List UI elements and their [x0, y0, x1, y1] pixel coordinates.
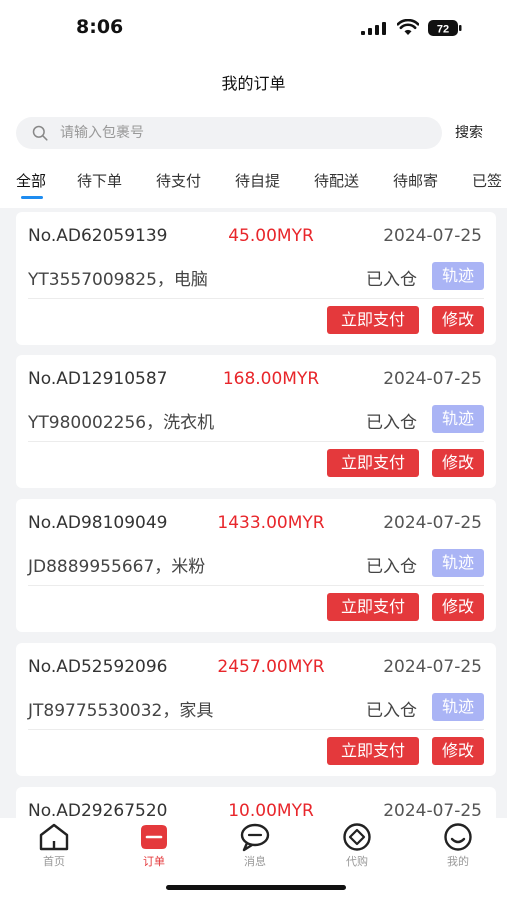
tab-bar-label: 首页 [43, 855, 65, 868]
order-date: 2024-07-25 [383, 226, 482, 246]
order-card[interactable]: No.AD62059139 45.00MYR 2024-07-25 YT3557… [16, 212, 496, 345]
tab-bar-label: 消息 [244, 855, 266, 868]
pay-now-button[interactable]: 立即支付 [327, 737, 419, 765]
track-button[interactable]: 轨迹 [432, 405, 484, 433]
order-card[interactable]: No.AD12910587 168.00MYR 2024-07-25 YT980… [16, 355, 496, 488]
battery-level: 72 [437, 24, 449, 36]
order-item: JT89775530032，家具 [28, 701, 214, 721]
order-amount: 168.00MYR [222, 369, 320, 389]
order-item: YT3557009825，电脑 [28, 270, 208, 290]
edit-button[interactable]: 修改 [432, 306, 484, 334]
order-icon [141, 825, 167, 849]
tab-bar-home[interactable]: 首页 [14, 818, 94, 869]
tab-bar-messages[interactable]: 消息 [215, 818, 295, 869]
divider [28, 729, 484, 730]
tab-signed[interactable]: 已签 [472, 170, 502, 191]
pay-now-button[interactable]: 立即支付 [327, 593, 419, 621]
order-status: 已入仓 [366, 557, 417, 577]
tab-pending-pickup[interactable]: 待自提 [235, 170, 280, 191]
order-number: No.AD62059139 [28, 226, 168, 246]
order-status-tabs: 全部 待下单 待支付 待自提 待配送 待邮寄 已签 [0, 170, 507, 206]
pay-now-button[interactable]: 立即支付 [327, 306, 419, 334]
order-status: 已入仓 [366, 701, 417, 721]
order-number: No.AD12910587 [28, 369, 168, 389]
search-button[interactable]: 搜索 [455, 122, 483, 142]
order-amount: 45.00MYR [228, 226, 314, 246]
tab-bar-orders[interactable]: 订单 [114, 818, 194, 869]
track-button[interactable]: 轨迹 [432, 262, 484, 290]
order-card[interactable]: No.AD52592096 2457.00MYR 2024-07-25 JT89… [16, 643, 496, 776]
battery-icon: 72 [428, 20, 462, 36]
divider [28, 298, 484, 299]
purchase-icon [343, 823, 371, 851]
tab-pending-order[interactable]: 待下单 [77, 170, 122, 191]
status-time: 8:06 [76, 16, 124, 38]
order-card[interactable]: No.AD98109049 1433.00MYR 2024-07-25 JD88… [16, 499, 496, 632]
order-card[interactable]: No.AD29267520 10.00MYR 2024-07-25 [16, 787, 496, 820]
edit-button[interactable]: 修改 [432, 449, 484, 477]
tab-bar-label: 代购 [346, 855, 368, 868]
pay-now-button[interactable]: 立即支付 [327, 449, 419, 477]
edit-button[interactable]: 修改 [432, 593, 484, 621]
edit-button[interactable]: 修改 [432, 737, 484, 765]
divider [28, 441, 484, 442]
tab-bar-profile[interactable]: 我的 [418, 818, 498, 869]
search-icon [32, 125, 48, 141]
status-bar: 8:06 72 [0, 0, 507, 56]
message-icon [240, 823, 270, 852]
order-item: JD8889955667，米粉 [28, 557, 206, 577]
tab-pending-payment[interactable]: 待支付 [156, 170, 201, 191]
tab-bar-purchase[interactable]: 代购 [317, 818, 397, 869]
tab-all[interactable]: 全部 [16, 170, 46, 191]
tab-pending-delivery[interactable]: 待配送 [314, 170, 359, 191]
profile-icon [444, 823, 472, 851]
search-box[interactable] [16, 117, 442, 149]
order-item: YT980002256，洗衣机 [28, 413, 215, 433]
signal-icon [361, 22, 386, 35]
order-number: No.AD52592096 [28, 657, 168, 677]
home-icon [39, 823, 69, 851]
search-input[interactable] [60, 117, 420, 149]
track-button[interactable]: 轨迹 [432, 549, 484, 577]
page-title: 我的订单 [221, 74, 286, 93]
order-date: 2024-07-25 [383, 369, 482, 389]
order-status: 已入仓 [366, 270, 417, 290]
tab-bar-label: 订单 [143, 855, 165, 868]
tab-bar-label: 我的 [447, 855, 469, 868]
order-amount: 1433.00MYR [217, 513, 325, 533]
active-tab-indicator [21, 196, 43, 199]
order-list[interactable]: No.AD62059139 45.00MYR 2024-07-25 YT3557… [0, 208, 507, 820]
order-date: 2024-07-25 [383, 513, 482, 533]
tab-pending-mail[interactable]: 待邮寄 [393, 170, 438, 191]
wifi-icon [397, 19, 419, 35]
order-amount: 2457.00MYR [217, 657, 325, 677]
order-number: No.AD98109049 [28, 513, 168, 533]
divider [28, 585, 484, 586]
track-button[interactable]: 轨迹 [432, 693, 484, 721]
home-indicator [166, 885, 346, 890]
order-date: 2024-07-25 [383, 657, 482, 677]
order-status: 已入仓 [366, 413, 417, 433]
